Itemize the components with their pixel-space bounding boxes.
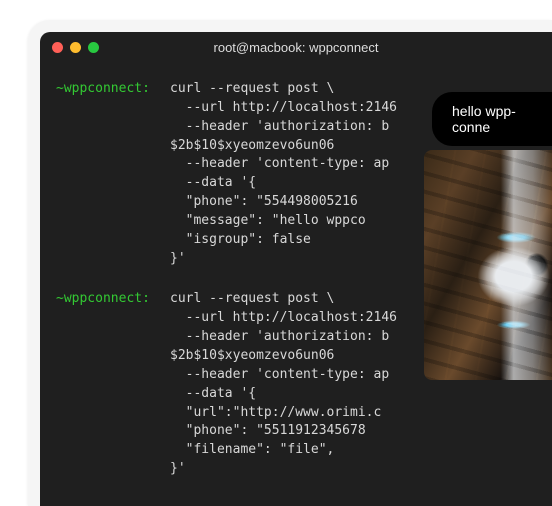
terminal-window: root@macbook: wppconnect ~wppconnect: cu… <box>40 32 552 506</box>
window-title: root@macbook: wppconnect <box>40 40 552 55</box>
prompt: ~wppconnect: <box>56 290 156 309</box>
minimize-icon[interactable] <box>70 42 81 53</box>
close-icon[interactable] <box>52 42 63 53</box>
window-controls <box>52 42 99 53</box>
prompt: ~wppconnect: <box>56 80 156 99</box>
maximize-icon[interactable] <box>88 42 99 53</box>
command-text: curl --request post \ --url http://local… <box>170 290 397 478</box>
message-bubble: hello wpp-conne <box>432 92 552 146</box>
titlebar: root@macbook: wppconnect <box>40 32 552 62</box>
robot-photo <box>424 150 552 380</box>
message-text: hello wpp-conne <box>452 103 516 135</box>
command-text: curl --request post \ --url http://local… <box>170 80 397 268</box>
laptop-frame: root@macbook: wppconnect ~wppconnect: cu… <box>28 20 552 506</box>
